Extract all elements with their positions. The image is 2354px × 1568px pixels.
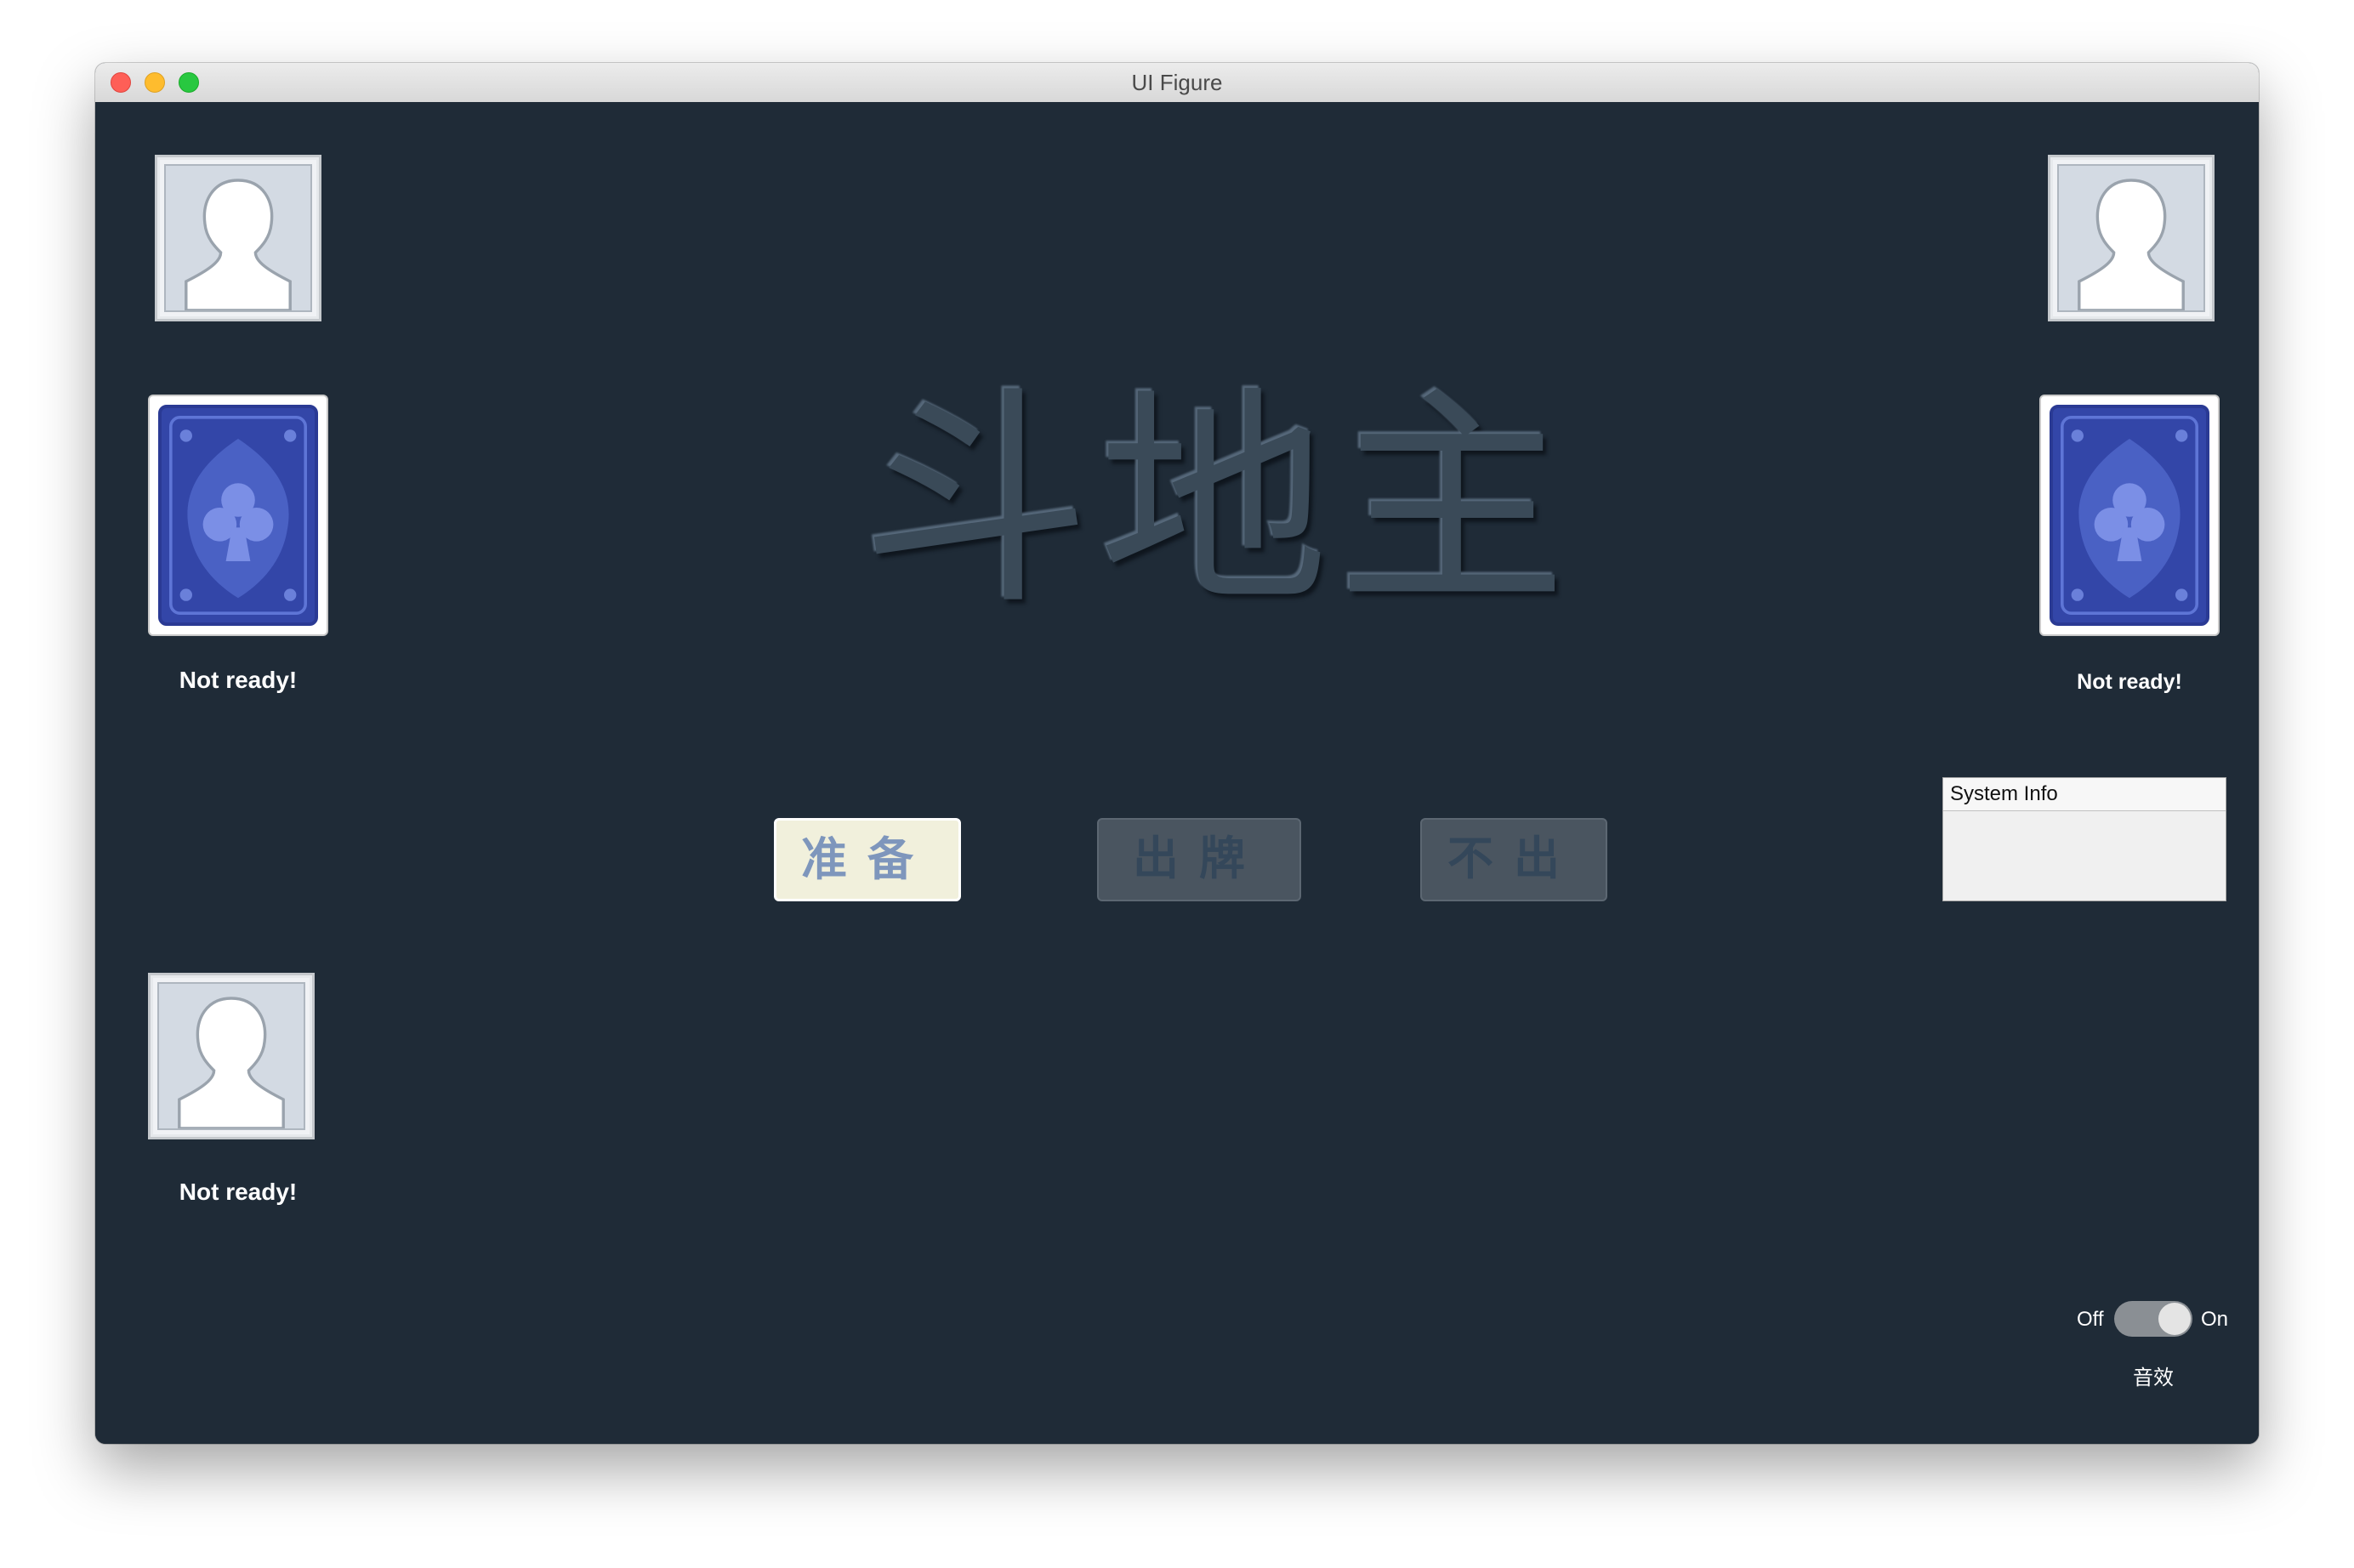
player-avatar-bottom-left [148,973,315,1139]
sound-off-label: Off [2077,1308,2104,1331]
person-silhouette-icon [178,997,285,1128]
sound-toggle-knob[interactable] [2158,1303,2191,1335]
app-window: UI Figure Not ready! Not ready! Not read… [95,63,2259,1444]
sound-toggle-switch[interactable] [2114,1301,2192,1337]
player-status-bottom-left: Not ready! [179,1179,298,1205]
card-back-top-right [2039,395,2220,636]
person-silhouette-icon [2078,179,2185,310]
sound-on-label: On [2201,1308,2229,1331]
player-status-top-right: Not ready! [2077,670,2182,694]
club-card-back-icon [2061,416,2198,615]
player-avatar-top-right [2048,155,2215,321]
pass-button[interactable]: 不出 [1420,818,1607,901]
system-info-panel[interactable]: System Info [1942,777,2226,901]
ready-button[interactable]: 准备 [774,818,961,901]
game-table: Not ready! Not ready! Not ready! 斗地主 准备 … [95,102,2259,1444]
window-title: UI Figure [1131,70,1223,95]
game-logo: 斗地主 [861,367,1575,635]
club-card-back-icon [169,416,307,615]
person-silhouette-icon [185,179,292,310]
sound-effects-label: 音效 [2133,1366,2174,1389]
system-info-title: System Info [1943,778,2226,811]
player-status-top-left: Not ready! [179,667,298,693]
player-avatar-top-left [155,155,321,321]
card-back-top-left [148,395,328,636]
title-bar: UI Figure [95,63,2259,103]
play-cards-button[interactable]: 出牌 [1097,818,1301,901]
